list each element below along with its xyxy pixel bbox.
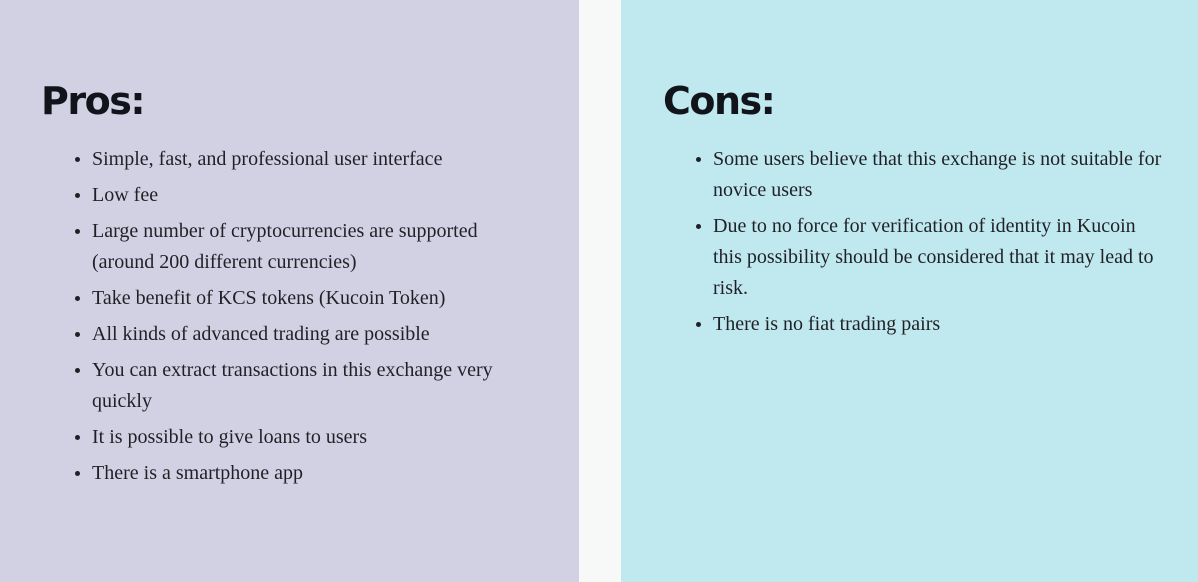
- list-item: Some users believe that this exchange is…: [713, 144, 1163, 206]
- list-item: All kinds of advanced trading are possib…: [92, 319, 532, 350]
- list-item: There is no fiat trading pairs: [713, 309, 1163, 340]
- list-item: Low fee: [92, 180, 532, 211]
- pros-heading: Pros:: [41, 79, 146, 123]
- list-item: Due to no force for verification of iden…: [713, 211, 1163, 304]
- list-item: There is a smartphone app: [92, 458, 532, 489]
- cons-heading: Cons:: [663, 79, 776, 123]
- cons-list: Some users believe that this exchange is…: [692, 144, 1163, 345]
- list-item: It is possible to give loans to users: [92, 422, 532, 453]
- pros-panel: Pros: Simple, fast, and professional use…: [0, 0, 579, 582]
- cons-panel: Cons: Some users believe that this excha…: [621, 0, 1198, 582]
- pros-list: Simple, fast, and professional user inte…: [71, 144, 532, 494]
- list-item: Large number of cryptocurrencies are sup…: [92, 216, 532, 278]
- list-item: Simple, fast, and professional user inte…: [92, 144, 532, 175]
- list-item: You can extract transactions in this exc…: [92, 355, 532, 417]
- list-item: Take benefit of KCS tokens (Kucoin Token…: [92, 283, 532, 314]
